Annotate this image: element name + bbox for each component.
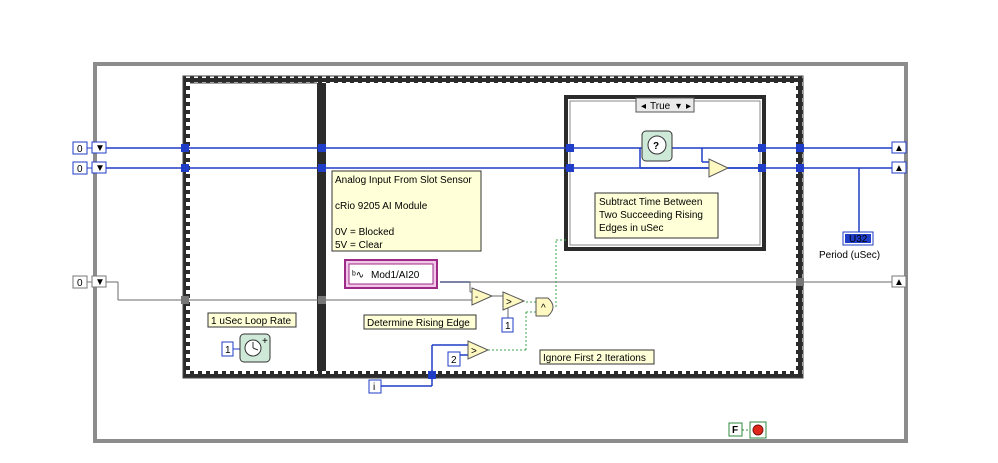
- right-shift-register-terminals[interactable]: ▲ ▲ ▲: [891, 141, 907, 288]
- shift-reg-up-icon-3: ▲: [894, 277, 904, 288]
- svg-text:?: ?: [653, 141, 659, 152]
- and-node-label: ^: [541, 303, 546, 314]
- comment-analog-line-5: 0V = Blocked: [335, 227, 394, 238]
- case-right-arrow-icon[interactable]: ▸: [686, 101, 691, 112]
- wait-constant[interactable]: 1: [221, 341, 234, 357]
- shift-reg-up-icon-1: ▲: [894, 143, 904, 154]
- greater-node-rising-label: >: [506, 297, 512, 308]
- stop-terminal-icon[interactable]: [749, 421, 767, 439]
- comment-analog-line-6: 5V = Clear: [335, 240, 383, 251]
- shift-reg-down-icon-3: ▼: [95, 277, 105, 288]
- comment-ignore-first-text: Ignore First 2 Iterations: [543, 353, 646, 364]
- timed-wait-icon[interactable]: +: [239, 333, 271, 363]
- init-constant-1-value: 0: [77, 144, 83, 155]
- shift-reg-down-icon-1: ▼: [95, 143, 105, 154]
- stop-false-constant-value: F: [732, 425, 738, 436]
- constant-iteration-2-value: 2: [451, 355, 457, 366]
- init-constant-1[interactable]: 0: [72, 141, 88, 155]
- waveform-icon: ᵇ∿: [352, 270, 364, 281]
- shift-reg-down-icon-2: ▼: [95, 163, 105, 174]
- comment-subtract-line-1: Subtract Time Between: [599, 197, 702, 208]
- stop-false-constant[interactable]: F: [728, 422, 743, 437]
- greater-node-iteration-label: >: [471, 346, 477, 357]
- period-indicator-label: Period (uSec): [819, 250, 880, 261]
- case-left-arrow-icon[interactable]: ◂: [641, 101, 646, 112]
- and-node[interactable]: ^: [535, 297, 554, 317]
- comment-subtract-line-2: Two Succeeding Rising: [599, 210, 703, 221]
- comment-analog-line-3: cRio 9205 AI Module: [335, 201, 428, 212]
- case-selector[interactable]: ◂ True ▾ ▸: [635, 97, 695, 113]
- period-indicator[interactable]: U32: [842, 231, 874, 246]
- comment-subtract-line-3: Edges in uSec: [599, 223, 664, 234]
- tick-count-icon[interactable]: ?: [641, 130, 673, 162]
- constant-compare-1[interactable]: 1: [501, 317, 514, 333]
- period-indicator-type: U32: [849, 234, 868, 245]
- iteration-terminal-label: i: [373, 382, 375, 393]
- shift-reg-up-icon-2: ▲: [894, 163, 904, 174]
- wait-constant-value: 1: [225, 345, 231, 356]
- constant-iteration-2[interactable]: 2: [447, 351, 461, 367]
- init-constant-3[interactable]: 0: [72, 275, 88, 289]
- init-constant-3-value: 0: [77, 278, 83, 289]
- comment-loop-rate: 1 uSec Loop Rate: [207, 312, 297, 328]
- comment-loop-rate-text: 1 uSec Loop Rate: [211, 316, 291, 327]
- iteration-terminal[interactable]: i: [368, 379, 382, 394]
- comment-subtract: Subtract Time Between Two Succeeding Ris…: [594, 192, 719, 239]
- case-selector-label: True: [650, 101, 671, 112]
- init-constant-2-value: 0: [77, 164, 83, 175]
- subtract-node-label: -: [475, 292, 478, 303]
- case-dropdown-icon[interactable]: ▾: [676, 101, 681, 112]
- analog-input-channel: Mod1/AI20: [371, 270, 420, 281]
- comment-rising-edge-text: Determine Rising Edge: [367, 318, 470, 329]
- svg-text:+: +: [262, 336, 268, 347]
- init-constant-2[interactable]: 0: [72, 161, 88, 175]
- comment-analog-input: Analog Input From Slot Sensor cRio 9205 …: [331, 170, 482, 252]
- comment-analog-line-1: Analog Input From Slot Sensor: [335, 175, 472, 186]
- analog-input-node[interactable]: ᵇ∿ Mod1/AI20: [344, 259, 438, 289]
- comment-ignore-first: Ignore First 2 Iterations: [539, 349, 655, 365]
- block-diagram: ◂ True ▾ ▸ ▼ ▼ ▼ ▲ ▲ ▲ 0 0 0 ? Analog In…: [72, 62, 908, 443]
- comment-rising-edge: Determine Rising Edge: [363, 314, 477, 330]
- constant-compare-1-value: 1: [505, 321, 511, 332]
